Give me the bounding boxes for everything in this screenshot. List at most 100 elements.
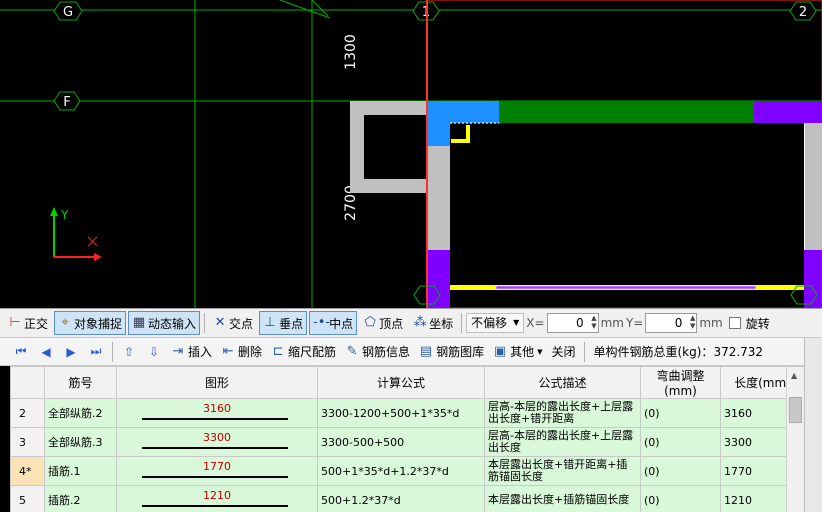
perpendicular-snap[interactable]: ⊥ 垂点 xyxy=(259,311,308,335)
row-number[interactable]: 5 xyxy=(10,485,45,512)
rotate-checkbox[interactable] xyxy=(728,317,741,329)
table-row[interactable]: 5 插筋.2 1210 500+1.2*37*d 本层露出长度+插筋锚固长度 (… xyxy=(10,485,804,512)
separator xyxy=(461,313,463,333)
total-weight-label: 单构件钢筋总重(kg)：372.732 xyxy=(594,343,764,360)
delete-icon: ⇤ xyxy=(222,343,234,359)
description-cell[interactable]: 层高-本层的露出长度+上层露出长度+错开距离 xyxy=(484,398,641,428)
close-button[interactable]: 关闭 xyxy=(548,343,578,360)
rebar-info-button[interactable]: ✎ 钢筋信息 xyxy=(342,343,413,360)
last-record-icon[interactable]: ⏭ xyxy=(85,344,107,359)
midpoint-label: 中点 xyxy=(329,316,354,331)
rebar-yellow[interactable] xyxy=(450,125,804,290)
axis-bubble-2: 2 xyxy=(789,1,817,21)
ucs-y-label: Y xyxy=(60,208,69,222)
wall-gray-column-right[interactable] xyxy=(804,123,822,250)
y-input[interactable]: 0 ▲ ▼ xyxy=(645,313,698,333)
total-weight-value: 372.732 xyxy=(713,345,764,359)
table-row[interactable]: 3 全部纵筋.3 3300 3300-500+500 层高-本层的露出长度+上层… xyxy=(10,427,804,457)
spinner-icon[interactable]: ▲ ▼ xyxy=(591,314,596,330)
x-unit-label: mm xyxy=(600,316,624,330)
rotate-label: 旋转 xyxy=(745,316,770,331)
rebar-purple xyxy=(496,286,756,289)
next-record-icon[interactable]: ▶ xyxy=(60,345,82,359)
ortho-toggle[interactable]: ⊢ 正交 xyxy=(4,311,52,335)
separator xyxy=(112,341,113,362)
rebar-name-cell[interactable]: 全部纵筋.2 xyxy=(44,398,117,428)
beam-green[interactable] xyxy=(498,101,754,123)
shape-cell[interactable]: 1210 xyxy=(116,485,318,512)
column-purple-top[interactable] xyxy=(754,101,822,123)
prev-record-icon[interactable]: ◀ xyxy=(35,345,57,359)
cad-drawing-area[interactable]: G F 1 2 1300 2700 xyxy=(0,0,822,308)
description-cell[interactable]: 层高-本层的露出长度+上层露出长度 xyxy=(484,427,641,457)
wall-gray-column-left[interactable] xyxy=(428,146,450,250)
header-formula[interactable]: 计算公式 xyxy=(317,366,485,399)
dynamic-input-toggle[interactable]: ▦ 动态输入 xyxy=(128,311,201,335)
perpendicular-label: 垂点 xyxy=(279,316,304,331)
spinner-icon[interactable]: ▲ ▼ xyxy=(690,314,695,330)
rebar-name-cell[interactable]: 插筋.1 xyxy=(44,456,117,486)
rebar-library-icon: ▤ xyxy=(419,343,433,359)
vertex-snap[interactable]: ⬠ 顶点 xyxy=(359,311,407,335)
bend-adjust-cell[interactable]: (0) xyxy=(640,427,721,457)
shape-cell[interactable]: 1770 xyxy=(116,456,318,486)
other-menu-button[interactable]: ▣ 其他 ▼ xyxy=(490,343,545,360)
column-purple-bottom-right[interactable] xyxy=(804,250,822,308)
scale-rebar-button[interactable]: ⊏ 缩尺配筋 xyxy=(268,343,339,360)
snap-toolbar: ⊢ 正交 ⌖ 对象捕捉 ▦ 动态输入 ✕ 交点 ⊥ 垂点 -•- 中点 ⬠ 顶点 ⁂ 坐标 不偏… xyxy=(0,308,822,338)
bend-adjust-cell[interactable]: (0) xyxy=(640,485,721,512)
move-up-icon[interactable]: ⇧ xyxy=(118,345,140,359)
shape-cell[interactable]: 3300 xyxy=(116,427,318,457)
rotate-field: 旋转 xyxy=(728,315,770,332)
rebar-library-button[interactable]: ▤ 钢筋图库 xyxy=(416,343,487,360)
table-scrollbar[interactable]: ▲ xyxy=(786,367,804,512)
shape-value: 1770 xyxy=(203,460,231,473)
row-number[interactable]: 2 xyxy=(10,398,45,428)
delete-button[interactable]: ⇤ 删除 xyxy=(218,343,265,360)
y-field-label: Y= xyxy=(625,316,644,330)
wall-gray-left[interactable] xyxy=(350,101,428,193)
insert-button[interactable]: ⇥ 插入 xyxy=(168,343,215,360)
header-bend-adjust[interactable]: 弯曲调整(mm) xyxy=(640,366,721,399)
scale-rebar-icon: ⊏ xyxy=(272,343,284,359)
rebar-name-cell[interactable]: 全部纵筋.3 xyxy=(44,427,117,457)
formula-cell[interactable]: 3300-500+500 xyxy=(317,427,485,457)
axis-label-2: 2 xyxy=(799,5,807,20)
move-down-icon[interactable]: ⇩ xyxy=(143,345,165,359)
scrollbar-thumb[interactable] xyxy=(789,397,802,423)
first-record-icon[interactable]: ⏮ xyxy=(10,344,32,359)
header-description[interactable]: 公式描述 xyxy=(484,366,641,399)
column-purple-bottom-left[interactable] xyxy=(428,250,450,308)
cad-canvas[interactable]: G F 1 2 1300 2700 xyxy=(0,0,822,308)
coordinate-snap[interactable]: ⁂ 坐标 xyxy=(409,311,457,335)
table-row[interactable]: 2 全部纵筋.2 3160 3300-1200+500+1*35*d 层高-本层… xyxy=(10,398,804,428)
x-field: X= 0 ▲ ▼ xyxy=(526,313,599,333)
description-cell[interactable]: 本层露出长度+插筋锚固长度 xyxy=(484,485,641,512)
midpoint-snap[interactable]: -•- 中点 xyxy=(309,311,358,335)
object-snap-toggle[interactable]: ⌖ 对象捕捉 xyxy=(54,311,127,335)
header-shape[interactable]: 图形 xyxy=(116,366,318,399)
formula-cell[interactable]: 500+1.2*37*d xyxy=(317,485,485,512)
ucs-icon: Y xyxy=(50,207,102,261)
header-rebar-name[interactable]: 筋号 xyxy=(44,366,117,399)
intersection-snap[interactable]: ✕ 交点 xyxy=(209,311,257,335)
x-field-label: X= xyxy=(526,316,545,330)
x-input[interactable]: 0 ▲ ▼ xyxy=(546,313,599,333)
shape-cell[interactable]: 3160 xyxy=(116,398,318,428)
offset-mode-value: 不偏移 xyxy=(471,316,508,330)
row-number[interactable]: 4* xyxy=(10,456,45,486)
intersection-label: 交点 xyxy=(229,316,254,331)
bend-adjust-cell[interactable]: (0) xyxy=(640,456,721,486)
shape-line xyxy=(142,505,288,507)
description-cell[interactable]: 本层露出长度+错开距离+插筋锚固长度 xyxy=(484,456,641,486)
offset-mode-select[interactable]: 不偏移 ▼ xyxy=(466,313,525,333)
table-row-current[interactable]: 4* 插筋.1 1770 500+1*35*d+1.2*37*d 本层露出长度+… xyxy=(10,456,804,486)
row-number[interactable]: 3 xyxy=(10,427,45,457)
formula-cell[interactable]: 3300-1200+500+1*35*d xyxy=(317,398,485,428)
rebar-table: 筋号 图形 计算公式 公式描述 弯曲调整(mm) 长度(mm) 2 全部纵筋.2… xyxy=(10,366,804,512)
rebar-toolbar: ⏮ ◀ ▶ ⏭ ⇧ ⇩ ⇥ 插入 ⇤ 删除 ⊏ 缩尺配筋 ✎ 钢筋信息 ▤ 钢筋图库 ▣ 其… xyxy=(0,338,822,366)
bend-adjust-cell[interactable]: (0) xyxy=(640,398,721,428)
scroll-up-icon[interactable]: ▲ xyxy=(791,371,797,380)
rebar-name-cell[interactable]: 插筋.2 xyxy=(44,485,117,512)
formula-cell[interactable]: 500+1*35*d+1.2*37*d xyxy=(317,456,485,486)
